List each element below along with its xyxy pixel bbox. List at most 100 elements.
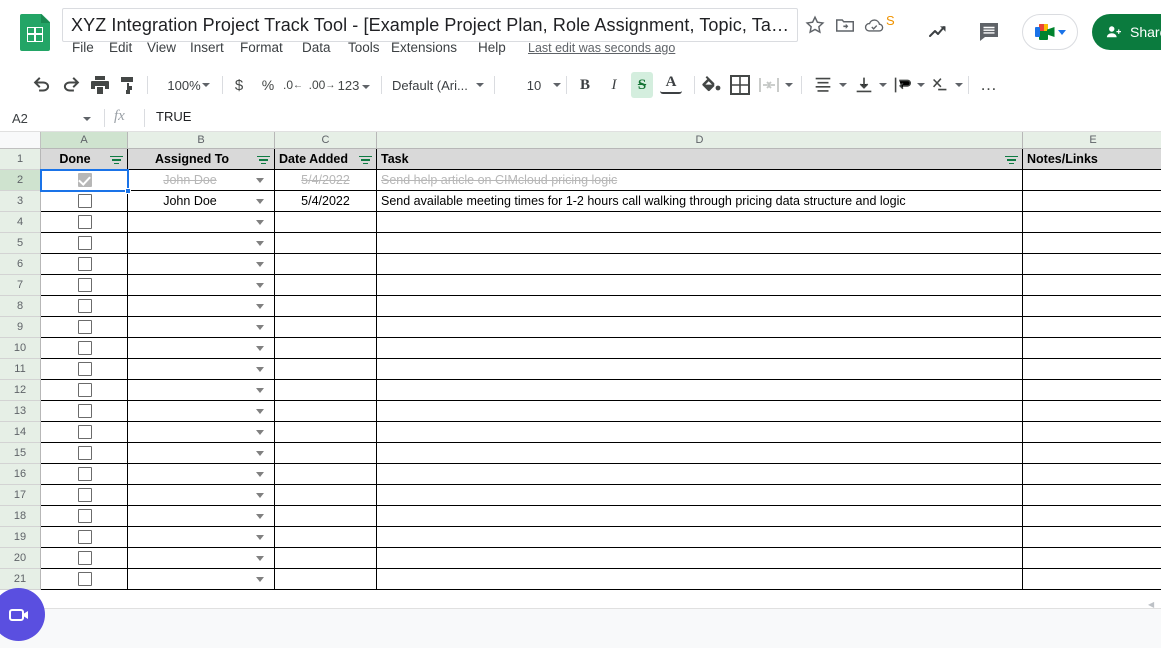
redo-icon[interactable] (59, 72, 83, 98)
cell-A5[interactable] (41, 233, 128, 254)
cell-D7[interactable] (377, 275, 1023, 296)
increase-decimal-button[interactable]: .00 → (309, 72, 336, 98)
cell-D9[interactable] (377, 317, 1023, 338)
cell-C14[interactable] (275, 422, 377, 443)
formula-input[interactable]: TRUE (156, 109, 191, 124)
row-header-21[interactable]: 21 (0, 569, 41, 590)
cell-B20[interactable] (128, 548, 275, 569)
cell-C12[interactable] (275, 380, 377, 401)
more-options-icon[interactable]: … (978, 72, 1000, 98)
strikethrough-button[interactable]: S (631, 72, 653, 98)
cell-C16[interactable] (275, 464, 377, 485)
chevron-down-icon[interactable] (256, 493, 264, 498)
chevron-down-icon[interactable] (256, 304, 264, 309)
done-checkbox[interactable] (77, 362, 92, 376)
chevron-down-icon[interactable] (256, 241, 264, 246)
cell-B12[interactable] (128, 380, 275, 401)
row-header-17[interactable]: 17 (0, 485, 41, 506)
chevron-down-icon[interactable] (256, 556, 264, 561)
filter-icon[interactable] (257, 155, 270, 166)
italic-button[interactable]: I (603, 72, 625, 98)
filter-icon[interactable] (359, 155, 372, 166)
cell-C13[interactable] (275, 401, 377, 422)
decrease-decimal-button[interactable]: .0 ← (281, 72, 305, 98)
cell-D4[interactable] (377, 212, 1023, 233)
cell-D2[interactable]: Send help article on CIMcloud pricing lo… (377, 170, 1023, 191)
done-checkbox[interactable] (77, 404, 92, 418)
cell-E4[interactable] (1023, 212, 1161, 233)
menu-item-help[interactable]: Help (478, 40, 506, 55)
done-checkbox[interactable] (77, 488, 92, 502)
row-header-11[interactable]: 11 (0, 359, 41, 380)
done-checkbox[interactable] (77, 530, 92, 544)
cell-C9[interactable] (275, 317, 377, 338)
cell-D16[interactable] (377, 464, 1023, 485)
cell-E12[interactable] (1023, 380, 1161, 401)
cell-E3[interactable] (1023, 191, 1161, 212)
borders-icon[interactable] (728, 72, 752, 98)
chevron-down-icon[interactable] (256, 514, 264, 519)
filter-icon[interactable] (1005, 155, 1018, 166)
row-header-5[interactable]: 5 (0, 233, 41, 254)
cell-A3[interactable] (41, 191, 128, 212)
done-checkbox[interactable] (77, 425, 92, 439)
vertical-scroll-arrow-icon[interactable]: ◀ (1148, 600, 1157, 609)
cell-B4[interactable] (128, 212, 275, 233)
chevron-down-icon[interactable] (256, 409, 264, 414)
cell-E20[interactable] (1023, 548, 1161, 569)
cell-E15[interactable] (1023, 443, 1161, 464)
chevron-down-icon[interactable] (256, 346, 264, 351)
done-checkbox[interactable] (77, 278, 92, 292)
cell-B9[interactable] (128, 317, 275, 338)
text-rotation-icon[interactable] (929, 72, 951, 98)
cell-C18[interactable] (275, 506, 377, 527)
cell-E2[interactable] (1023, 170, 1161, 191)
done-checkbox[interactable] (77, 215, 92, 229)
cell-E13[interactable] (1023, 401, 1161, 422)
column-header-D[interactable]: D (377, 132, 1023, 149)
cell-A16[interactable] (41, 464, 128, 485)
menu-item-edit[interactable]: Edit (109, 40, 132, 55)
cell-E6[interactable] (1023, 254, 1161, 275)
cell-E19[interactable] (1023, 527, 1161, 548)
cell-A19[interactable] (41, 527, 128, 548)
cell-A18[interactable] (41, 506, 128, 527)
cell-C8[interactable] (275, 296, 377, 317)
cell-A4[interactable] (41, 212, 128, 233)
chevron-down-icon[interactable] (256, 472, 264, 477)
star-icon[interactable] (804, 14, 826, 36)
row-header-18[interactable]: 18 (0, 506, 41, 527)
cell-C21[interactable] (275, 569, 377, 590)
cell-B3[interactable]: John Doe (128, 191, 275, 212)
cell-E17[interactable] (1023, 485, 1161, 506)
chevron-down-icon[interactable] (256, 367, 264, 372)
chevron-down-icon[interactable] (256, 178, 264, 183)
done-checkbox[interactable] (77, 236, 92, 250)
chevron-down-icon[interactable] (256, 388, 264, 393)
horizontal-scrollbar-track[interactable] (0, 594, 1161, 608)
cloud-saved-icon[interactable] (863, 14, 885, 36)
cell-D6[interactable] (377, 254, 1023, 275)
share-button[interactable]: Share (1092, 14, 1161, 50)
cell-D12[interactable] (377, 380, 1023, 401)
cell-D3[interactable]: Send available meeting times for 1-2 hou… (377, 191, 1023, 212)
cell-B15[interactable] (128, 443, 275, 464)
menu-item-extensions[interactable]: Extensions (391, 40, 457, 55)
column-header-E[interactable]: E (1023, 132, 1161, 149)
row-header-8[interactable]: 8 (0, 296, 41, 317)
row-header-19[interactable]: 19 (0, 527, 41, 548)
cell-E5[interactable] (1023, 233, 1161, 254)
row-header-16[interactable]: 16 (0, 464, 41, 485)
row-header-10[interactable]: 10 (0, 338, 41, 359)
cell-C17[interactable] (275, 485, 377, 506)
document-title-input[interactable]: XYZ Integration Project Track Tool - [Ex… (62, 8, 798, 42)
cell-C3[interactable]: 5/4/2022 (275, 191, 377, 212)
cell-C5[interactable] (275, 233, 377, 254)
cell-B2[interactable]: John Doe (128, 170, 275, 191)
spreadsheet-grid[interactable]: ABCDE 1 2 3 4 5 6 7 8 9 10 11 12 13 14 15 16 17 18 19 20 21 … (0, 132, 1161, 594)
cell-D14[interactable] (377, 422, 1023, 443)
select-all-corner[interactable] (0, 132, 41, 149)
cell-B6[interactable] (128, 254, 275, 275)
done-checkbox[interactable] (77, 299, 92, 313)
column-header-B[interactable]: B (128, 132, 275, 149)
